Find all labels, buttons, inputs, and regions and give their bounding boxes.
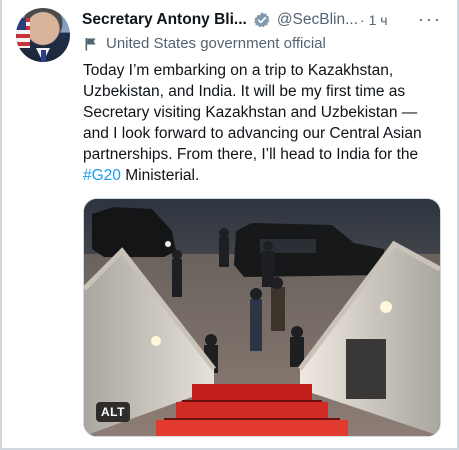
alt-text-badge[interactable]: ALT <box>96 402 130 422</box>
frame-left-border <box>0 0 2 450</box>
affiliation-label: United States government official <box>106 35 326 52</box>
tweet-header: Secretary Antony Bli... @SecBlin... · 1 … <box>82 9 388 31</box>
display-name[interactable]: Secretary Antony Bli... <box>82 11 247 29</box>
handle[interactable]: @SecBlin... <box>277 11 358 29</box>
avatar[interactable] <box>16 8 70 62</box>
photo-scene <box>84 199 440 436</box>
government-flag-icon <box>84 37 98 51</box>
affiliation-row: United States government official <box>84 35 326 52</box>
avatar-tie <box>41 50 46 62</box>
tweet-text-body: Today I’m embarking on a trip to Kazakhs… <box>83 62 422 163</box>
tweet-text-end: Ministerial. <box>120 167 200 184</box>
verified-badge-icon[interactable] <box>253 11 271 29</box>
tweet-text: Today I’m embarking on a trip to Kazakhs… <box>83 60 445 186</box>
avatar-flag <box>16 18 30 48</box>
timestamp[interactable]: · 1 ч <box>360 12 388 28</box>
tweet-photo[interactable]: ALT <box>83 198 441 437</box>
more-options-icon[interactable]: ··· <box>418 10 442 28</box>
hashtag-link[interactable]: #G20 <box>83 167 121 184</box>
